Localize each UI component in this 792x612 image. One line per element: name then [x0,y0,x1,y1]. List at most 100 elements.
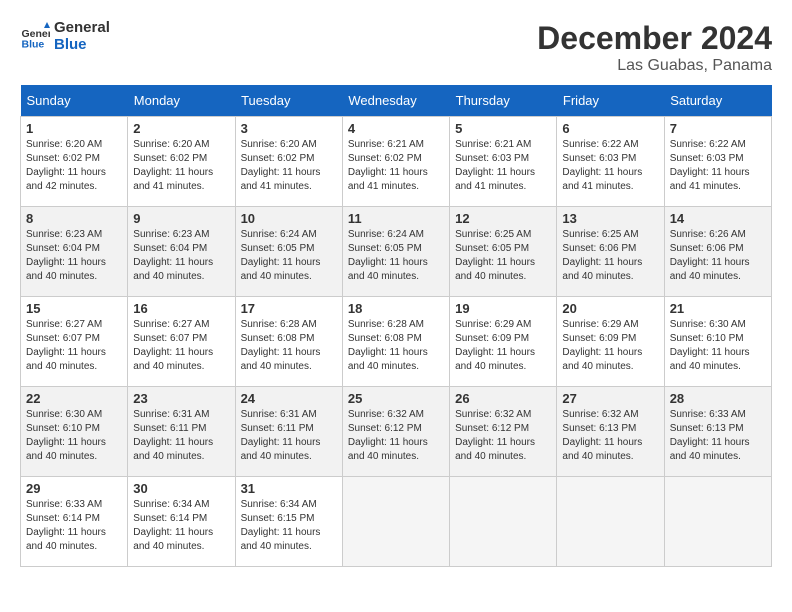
calendar-cell: 10Sunrise: 6:24 AMSunset: 6:05 PMDayligh… [235,207,342,297]
title-section: December 2024 Las Guabas, Panama [537,20,772,75]
calendar-cell: 26 Sunrise: 6:32 AMSunset: 6:12 PMDayligh… [450,387,557,477]
day-number: 6 [562,121,658,136]
day-info: Sunrise: 6:23 AMSunset: 6:04 PMDaylight:… [133,228,229,284]
day-info: Sunrise: 6:20 AMSunset: 6:02 PMDaylight:… [26,138,122,194]
day-number: 3 [241,121,337,136]
calendar-cell: 28 Sunrise: 6:33 AMSunset: 6:13 PMDayligh… [664,387,771,477]
weekday-header-thursday: Thursday [450,85,557,117]
calendar-cell: 3 Sunrise: 6:20 AMSunset: 6:02 PMDaylight… [235,117,342,207]
day-info: Sunrise: 6:30 AMSunset: 6:10 PMDaylight:… [670,318,766,374]
calendar-cell: 11 Sunrise: 6:24 AMSunset: 6:05 PMDayligh… [342,207,449,297]
calendar-cell [450,477,557,567]
day-number: 15 [26,301,122,316]
day-number: 7 [670,121,766,136]
day-number: 20 [562,301,658,316]
calendar-cell [664,477,771,567]
weekday-header-tuesday: Tuesday [235,85,342,117]
calendar-cell: 25 Sunrise: 6:32 AMSunset: 6:12 PMDayligh… [342,387,449,477]
day-number: 12 [455,211,551,226]
day-info: Sunrise: 6:30 AMSunset: 6:10 PMDaylight:… [26,408,122,464]
week-row-1: 1 Sunrise: 6:20 AMSunset: 6:02 PMDaylight… [21,117,772,207]
week-row-4: 22Sunrise: 6:30 AMSunset: 6:10 PMDayligh… [21,387,772,477]
day-number: 21 [670,301,766,316]
calendar-cell: 14 Sunrise: 6:26 AMSunset: 6:06 PMDayligh… [664,207,771,297]
day-number: 25 [348,391,444,406]
calendar-cell: 7 Sunrise: 6:22 AMSunset: 6:03 PMDaylight… [664,117,771,207]
day-number: 17 [241,301,337,316]
calendar-cell: 13 Sunrise: 6:25 AMSunset: 6:06 PMDayligh… [557,207,664,297]
day-number: 27 [562,391,658,406]
logo-text-general: General [54,20,110,37]
calendar-cell: 6Sunrise: 6:22 AMSunset: 6:03 PMDaylight… [557,117,664,207]
logo-icon: General Blue [20,22,50,52]
day-number: 8 [26,211,122,226]
day-number: 14 [670,211,766,226]
calendar-cell: 30 Sunrise: 6:34 AMSunset: 6:14 PMDayligh… [128,477,235,567]
weekday-header-monday: Monday [128,85,235,117]
day-info: Sunrise: 6:24 AMSunset: 6:05 PMDaylight:… [241,228,337,284]
day-number: 18 [348,301,444,316]
day-info: Sunrise: 6:20 AMSunset: 6:02 PMDaylight:… [241,138,337,194]
day-info: Sunrise: 6:31 AMSunset: 6:11 PMDaylight:… [241,408,337,464]
day-info: Sunrise: 6:27 AMSunset: 6:07 PMDaylight:… [26,318,122,374]
calendar-cell: 20Sunrise: 6:29 AMSunset: 6:09 PMDayligh… [557,297,664,387]
calendar-cell [342,477,449,567]
calendar-cell: 9 Sunrise: 6:23 AMSunset: 6:04 PMDaylight… [128,207,235,297]
weekday-header-wednesday: Wednesday [342,85,449,117]
day-number: 1 [26,121,122,136]
weekday-header-sunday: Sunday [21,85,128,117]
day-info: Sunrise: 6:20 AMSunset: 6:02 PMDaylight:… [133,138,229,194]
day-info: Sunrise: 6:29 AMSunset: 6:09 PMDaylight:… [455,318,551,374]
calendar-cell: 22Sunrise: 6:30 AMSunset: 6:10 PMDayligh… [21,387,128,477]
day-info: Sunrise: 6:32 AMSunset: 6:12 PMDaylight:… [455,408,551,464]
month-title: December 2024 [537,20,772,57]
day-info: Sunrise: 6:28 AMSunset: 6:08 PMDaylight:… [348,318,444,374]
calendar-cell: 2 Sunrise: 6:20 AMSunset: 6:02 PMDaylight… [128,117,235,207]
day-number: 24 [241,391,337,406]
day-number: 30 [133,481,229,496]
calendar-cell: 18 Sunrise: 6:28 AMSunset: 6:08 PMDayligh… [342,297,449,387]
calendar-table: SundayMondayTuesdayWednesdayThursdayFrid… [20,85,772,567]
calendar-cell [557,477,664,567]
logo: General Blue General Blue [20,20,110,53]
week-row-5: 29 Sunrise: 6:33 AMSunset: 6:14 PMDayligh… [21,477,772,567]
day-info: Sunrise: 6:27 AMSunset: 6:07 PMDaylight:… [133,318,229,374]
calendar-cell: 19 Sunrise: 6:29 AMSunset: 6:09 PMDayligh… [450,297,557,387]
calendar-cell: 1 Sunrise: 6:20 AMSunset: 6:02 PMDaylight… [21,117,128,207]
day-info: Sunrise: 6:21 AMSunset: 6:03 PMDaylight:… [455,138,551,194]
calendar-cell: 16Sunrise: 6:27 AMSunset: 6:07 PMDayligh… [128,297,235,387]
day-number: 29 [26,481,122,496]
calendar-cell: 15 Sunrise: 6:27 AMSunset: 6:07 PMDayligh… [21,297,128,387]
day-number: 19 [455,301,551,316]
day-info: Sunrise: 6:32 AMSunset: 6:13 PMDaylight:… [562,408,658,464]
day-number: 13 [562,211,658,226]
week-row-2: 8 Sunrise: 6:23 AMSunset: 6:04 PMDaylight… [21,207,772,297]
day-number: 5 [455,121,551,136]
day-info: Sunrise: 6:34 AMSunset: 6:14 PMDaylight:… [133,498,229,554]
calendar-cell: 4Sunrise: 6:21 AMSunset: 6:02 PMDaylight… [342,117,449,207]
day-info: Sunrise: 6:26 AMSunset: 6:06 PMDaylight:… [670,228,766,284]
weekday-header-row: SundayMondayTuesdayWednesdayThursdayFrid… [21,85,772,117]
week-row-3: 15 Sunrise: 6:27 AMSunset: 6:07 PMDayligh… [21,297,772,387]
calendar-cell: 27 Sunrise: 6:32 AMSunset: 6:13 PMDayligh… [557,387,664,477]
day-number: 28 [670,391,766,406]
calendar-cell: 29 Sunrise: 6:33 AMSunset: 6:14 PMDayligh… [21,477,128,567]
day-info: Sunrise: 6:24 AMSunset: 6:05 PMDaylight:… [348,228,444,284]
page-header: General Blue General Blue December 2024 … [20,20,772,75]
calendar-cell: 17Sunrise: 6:28 AMSunset: 6:08 PMDayligh… [235,297,342,387]
day-info: Sunrise: 6:22 AMSunset: 6:03 PMDaylight:… [670,138,766,194]
day-info: Sunrise: 6:33 AMSunset: 6:14 PMDaylight:… [26,498,122,554]
day-number: 11 [348,211,444,226]
day-number: 26 [455,391,551,406]
day-info: Sunrise: 6:33 AMSunset: 6:13 PMDaylight:… [670,408,766,464]
calendar-cell: 5 Sunrise: 6:21 AMSunset: 6:03 PMDaylight… [450,117,557,207]
calendar-cell: 23Sunrise: 6:31 AMSunset: 6:11 PMDayligh… [128,387,235,477]
logo-text-blue: Blue [54,37,110,54]
day-number: 9 [133,211,229,226]
day-info: Sunrise: 6:34 AMSunset: 6:15 PMDaylight:… [241,498,337,554]
day-number: 2 [133,121,229,136]
day-info: Sunrise: 6:31 AMSunset: 6:11 PMDaylight:… [133,408,229,464]
day-info: Sunrise: 6:25 AMSunset: 6:06 PMDaylight:… [562,228,658,284]
day-number: 31 [241,481,337,496]
day-info: Sunrise: 6:32 AMSunset: 6:12 PMDaylight:… [348,408,444,464]
